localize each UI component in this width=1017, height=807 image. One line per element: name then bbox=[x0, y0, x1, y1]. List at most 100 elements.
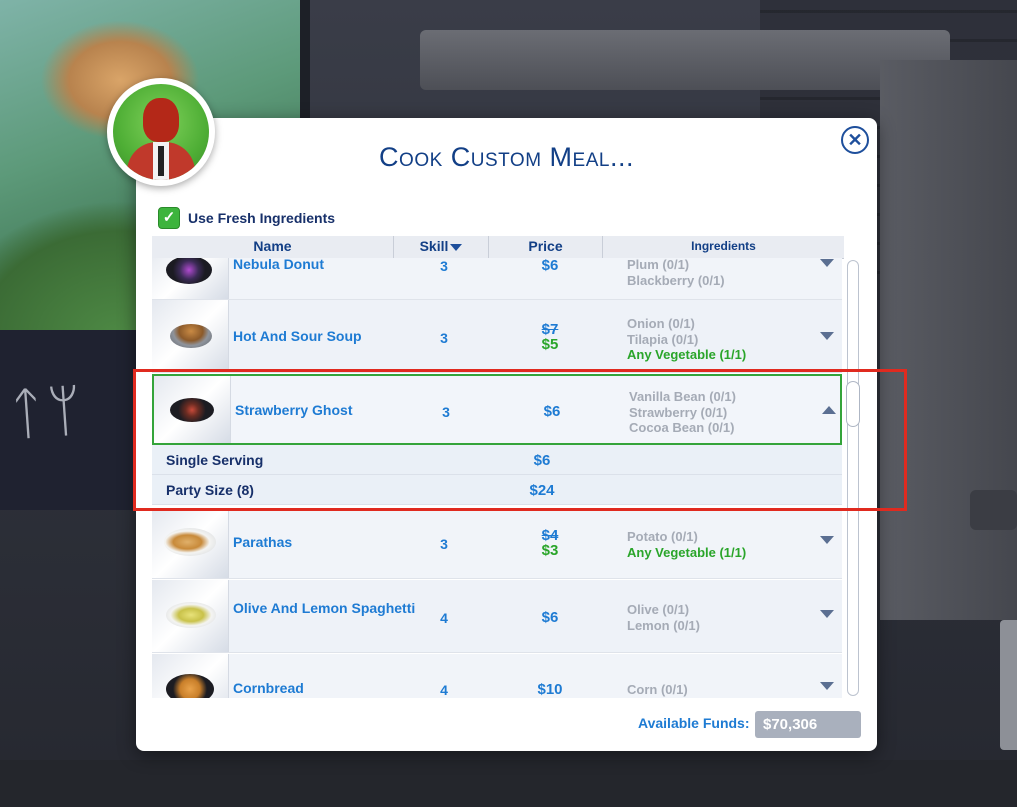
original-price: $4 bbox=[541, 527, 559, 544]
cabinet-top bbox=[420, 30, 950, 90]
serving-option-price: $24 bbox=[529, 482, 555, 499]
column-header-name[interactable]: Name bbox=[152, 236, 394, 258]
original-price: $7 bbox=[541, 321, 559, 338]
soup-bowl-image bbox=[170, 324, 212, 348]
parathas-image bbox=[164, 528, 216, 556]
table-row[interactable]: Hot And Sour Soup 3 $7 $5 Onion (0/1) Ti… bbox=[152, 300, 842, 373]
recipe-thumbnail bbox=[152, 300, 229, 372]
column-header-ingredients-label: Ingredients bbox=[691, 239, 756, 253]
ingredient: Tilapia (0/1) bbox=[627, 331, 699, 347]
avatar-head bbox=[143, 98, 179, 142]
column-header-price-label: Price bbox=[528, 238, 563, 254]
recipe-skill: 4 bbox=[440, 682, 448, 698]
table-row[interactable]: Olive And Lemon Spaghetti 4 $6 Olive (0/… bbox=[152, 580, 842, 653]
ingredient-available: Any Vegetable (1/1) bbox=[627, 347, 747, 362]
ingredient: Olive (0/1) bbox=[627, 602, 690, 617]
chevron-down-icon[interactable] bbox=[820, 536, 834, 544]
ingredient: Strawberry (0/1) bbox=[629, 404, 728, 420]
chevron-down-icon[interactable] bbox=[820, 682, 834, 690]
serving-option-party[interactable]: Party Size (8) $24 bbox=[152, 475, 842, 505]
side-panel bbox=[1000, 620, 1017, 750]
chevron-down-icon[interactable] bbox=[820, 610, 834, 618]
chevron-up-icon[interactable] bbox=[822, 406, 836, 414]
recipe-price: $10 bbox=[522, 682, 578, 697]
table-row[interactable]: Nebula Donut 3 $6 Plum (0/1) Blackberry … bbox=[152, 258, 842, 300]
available-funds-value: $70,306 bbox=[755, 711, 861, 738]
nebula-donut-image bbox=[166, 258, 212, 284]
wall-sign-text: ᛏᛘ bbox=[7, 377, 88, 448]
recipe-thumbnail bbox=[152, 580, 229, 652]
sort-down-icon bbox=[450, 243, 463, 251]
recipe-name: Hot And Sour Soup bbox=[233, 328, 362, 344]
use-fresh-toggle[interactable]: ✓ Use Fresh Ingredients bbox=[158, 207, 335, 229]
recipe-ingredients: Vanilla Bean (0/1) Strawberry (0/1) Coco… bbox=[629, 389, 736, 436]
column-header-name-label: Name bbox=[253, 238, 292, 254]
serving-option-single[interactable]: Single Serving $6 bbox=[152, 445, 842, 475]
checkmark-icon[interactable]: ✓ bbox=[158, 207, 180, 229]
recipe-name: Strawberry Ghost bbox=[235, 402, 353, 418]
chevron-down-icon[interactable] bbox=[820, 259, 834, 267]
recipe-price: $6 bbox=[524, 404, 580, 419]
recipe-skill: 3 bbox=[440, 330, 448, 346]
ingredient: Onion (0/1) bbox=[627, 316, 695, 331]
ingredient: Cocoa Bean (0/1) bbox=[629, 420, 735, 435]
discount-price: $5 bbox=[541, 336, 559, 353]
scrollbar-thumb[interactable] bbox=[846, 381, 860, 427]
ingredient: Plum (0/1) bbox=[627, 258, 690, 272]
recipe-thumbnail bbox=[154, 376, 231, 443]
spaghetti-image bbox=[166, 602, 216, 628]
recipe-ingredients: Onion (0/1) Tilapia (0/1) Any Vegetable … bbox=[627, 316, 746, 363]
serving-option-label: Party Size (8) bbox=[166, 482, 254, 498]
table-header: Name Skill Price Ingredients bbox=[152, 236, 844, 259]
recipe-thumbnail bbox=[152, 258, 229, 299]
recipe-price: $7 $5 bbox=[522, 322, 578, 352]
table-row[interactable]: Cornbread 4 $10 Corn (0/1) bbox=[152, 654, 842, 698]
serving-option-price: $6 bbox=[533, 452, 551, 469]
recipe-ingredients: Olive (0/1) Lemon (0/1) bbox=[627, 602, 700, 633]
table-row[interactable]: Parathas 3 $4 $3 Potato (0/1) Any Vegeta… bbox=[152, 508, 842, 579]
recipe-price: $6 bbox=[522, 258, 578, 273]
recipe-skill: 3 bbox=[442, 404, 450, 420]
ingredient: Potato (0/1) bbox=[627, 529, 698, 544]
recipe-name: Cornbread bbox=[233, 680, 304, 696]
cornbread-image bbox=[166, 674, 214, 698]
available-funds-label: Available Funds: bbox=[638, 715, 750, 731]
recipe-list: Nebula Donut 3 $6 Plum (0/1) Blackberry … bbox=[152, 258, 842, 698]
recipe-price: $4 $3 bbox=[522, 528, 578, 558]
column-header-price[interactable]: Price bbox=[489, 236, 603, 258]
recipe-name: Olive And Lemon Spaghetti bbox=[233, 600, 416, 616]
recipe-skill: 3 bbox=[440, 258, 448, 274]
price-value: $6 bbox=[543, 403, 561, 420]
recipe-skill: 3 bbox=[440, 536, 448, 552]
dialog-title: Cook Custom Meal... bbox=[379, 142, 634, 172]
cabinet-handle bbox=[970, 490, 1017, 530]
ingredient-available: Any Vegetable (1/1) bbox=[627, 544, 747, 560]
column-header-skill[interactable]: Skill bbox=[394, 236, 489, 258]
price-value: $6 bbox=[541, 258, 559, 274]
recipe-price: $6 bbox=[522, 610, 578, 625]
recipe-skill: 4 bbox=[440, 610, 448, 626]
ingredient: Vanilla Bean (0/1) bbox=[629, 389, 736, 404]
table-row-selected[interactable]: Strawberry Ghost 3 $6 Vanilla Bean (0/1)… bbox=[152, 374, 842, 445]
ingredient: Corn (0/1) bbox=[627, 682, 688, 697]
strawberry-ghost-image bbox=[170, 398, 214, 422]
recipe-ingredients: Potato (0/1) Any Vegetable (1/1) bbox=[627, 529, 746, 560]
price-value: $10 bbox=[537, 681, 563, 698]
column-header-skill-label: Skill bbox=[419, 238, 449, 254]
use-fresh-label: Use Fresh Ingredients bbox=[188, 210, 336, 226]
cabinet bbox=[880, 60, 1017, 620]
ingredient: Lemon (0/1) bbox=[627, 617, 700, 633]
scrollbar-track[interactable] bbox=[847, 260, 859, 696]
recipe-thumbnail bbox=[152, 508, 229, 578]
floor bbox=[0, 760, 1017, 807]
chevron-down-icon[interactable] bbox=[820, 332, 834, 340]
column-header-ingredients[interactable]: Ingredients bbox=[603, 236, 844, 258]
recipe-name: Nebula Donut bbox=[233, 258, 324, 272]
recipe-ingredients: Corn (0/1) bbox=[627, 682, 688, 698]
recipe-name: Parathas bbox=[233, 534, 293, 550]
serving-option-label: Single Serving bbox=[166, 452, 264, 468]
recipe-thumbnail bbox=[152, 654, 229, 698]
ingredient: Blackberry (0/1) bbox=[627, 272, 725, 288]
recipe-ingredients: Plum (0/1) Blackberry (0/1) bbox=[627, 258, 725, 288]
discount-price: $3 bbox=[541, 542, 559, 559]
